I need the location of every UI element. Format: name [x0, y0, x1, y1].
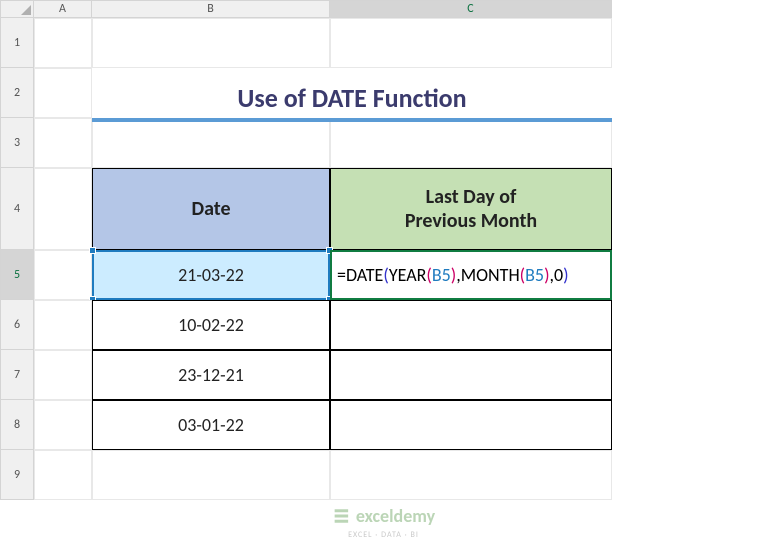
header-date[interactable]: Date [92, 168, 330, 250]
title-merged-cell[interactable]: Use of DATE Function [92, 68, 612, 118]
cell-b8[interactable]: 03-01-22 [92, 400, 330, 450]
cell-a8[interactable] [34, 400, 92, 450]
header-last-line1: Last Day of [426, 185, 517, 209]
cell-a5[interactable] [34, 250, 92, 300]
cell-b6-value: 10-02-22 [178, 314, 244, 336]
cell-c9[interactable] [330, 450, 612, 500]
cell-a2[interactable] [34, 68, 92, 118]
select-all-corner[interactable] [0, 0, 34, 18]
watermark-sub: EXCEL · DATA · BI [348, 530, 419, 540]
cell-c1[interactable] [330, 18, 612, 68]
cell-b6[interactable]: 10-02-22 [92, 300, 330, 350]
row-header-9[interactable]: 9 [0, 450, 34, 500]
cell-c6[interactable] [330, 300, 612, 350]
cell-b9[interactable] [92, 450, 330, 500]
cell-b8-value: 03-01-22 [178, 414, 244, 436]
header-date-label: Date [191, 197, 230, 221]
cell-b5-value: 21-03-22 [178, 264, 244, 286]
row-header-2[interactable]: 2 [0, 68, 34, 118]
formula-text: =DATE(YEAR(B5),MONTH(B5),0) [337, 264, 569, 286]
watermark: exceldemy EXCEL · DATA · BI [332, 505, 435, 540]
row-header-7[interactable]: 7 [0, 350, 34, 400]
col-header-b[interactable]: B [92, 0, 330, 18]
col-header-c[interactable]: C [330, 0, 612, 18]
cell-a3[interactable] [34, 118, 92, 168]
watermark-brand: exceldemy [356, 505, 435, 527]
row-header-6[interactable]: 6 [0, 300, 34, 350]
cell-a1[interactable] [34, 18, 92, 68]
header-last-line2: Previous Month [405, 209, 537, 233]
cell-c7[interactable] [330, 350, 612, 400]
spreadsheet-grid: A B C 1 2 Use of DATE Function 3 4 Date … [0, 0, 767, 500]
row-header-1[interactable]: 1 [0, 18, 34, 68]
cell-a4[interactable] [34, 168, 92, 250]
col-header-a[interactable]: A [34, 0, 92, 18]
cell-c5[interactable]: =DATE(YEAR(B5),MONTH(B5),0) [330, 250, 612, 300]
cell-a7[interactable] [34, 350, 92, 400]
cell-a6[interactable] [34, 300, 92, 350]
logo-icon [332, 507, 350, 525]
cell-b5[interactable]: 21-03-22 [92, 250, 330, 300]
row-header-8[interactable]: 8 [0, 400, 34, 450]
cell-b7-value: 23-12-21 [178, 364, 244, 386]
header-last-day[interactable]: Last Day of Previous Month [330, 168, 612, 250]
row-header-5[interactable]: 5 [0, 250, 34, 300]
row-header-3[interactable]: 3 [0, 118, 34, 168]
cell-a9[interactable] [34, 450, 92, 500]
range-handle-icon [89, 247, 96, 254]
cell-c8[interactable] [330, 400, 612, 450]
cell-b3[interactable] [92, 118, 330, 168]
row-header-4[interactable]: 4 [0, 168, 34, 250]
cell-b1[interactable] [92, 18, 330, 68]
cell-b7[interactable]: 23-12-21 [92, 350, 330, 400]
cell-c3[interactable] [330, 118, 612, 168]
page-title: Use of DATE Function [237, 82, 466, 114]
